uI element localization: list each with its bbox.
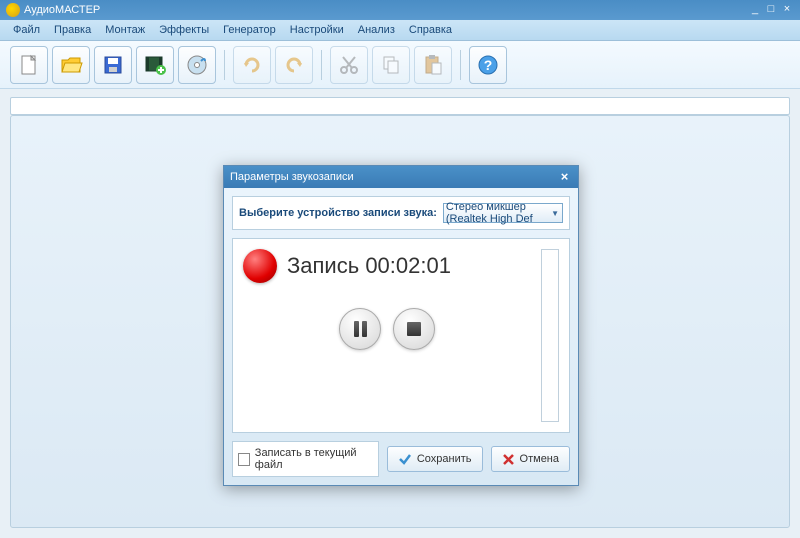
video-add-icon	[143, 53, 167, 77]
cd-icon	[185, 53, 209, 77]
menu-edit[interactable]: Правка	[47, 22, 98, 38]
save-button[interactable]	[94, 46, 132, 84]
folder-open-icon	[59, 53, 83, 77]
help-icon: ?	[476, 53, 500, 77]
recording-panel: Запись 00:02:01	[232, 238, 570, 433]
pause-button[interactable]	[339, 308, 381, 350]
recording-time: 00:02:01	[365, 253, 451, 278]
dialog-footer: Записать в текущий файл Сохранить Отмена	[232, 441, 570, 477]
level-meter	[541, 249, 559, 422]
check-icon	[398, 452, 412, 466]
menu-help[interactable]: Справка	[402, 22, 459, 38]
copy-icon	[379, 53, 403, 77]
menu-file[interactable]: Файл	[6, 22, 47, 38]
record-to-current-row[interactable]: Записать в текущий файл	[232, 441, 379, 477]
track-bar[interactable]	[10, 97, 790, 115]
device-row: Выберите устройство записи звука: Стерео…	[232, 196, 570, 230]
menubar: Файл Правка Монтаж Эффекты Генератор Нас…	[0, 20, 800, 41]
toolbar-separator	[460, 50, 461, 80]
pause-icon	[354, 321, 367, 337]
undo-button[interactable]	[275, 46, 313, 84]
device-value: Стерео микшер (Realtek High Def	[446, 201, 560, 225]
add-video-button[interactable]	[136, 46, 174, 84]
scissors-icon	[337, 53, 361, 77]
window-controls: _ □ ×	[748, 3, 794, 17]
toolbar: ?	[0, 41, 800, 89]
status-prefix: Запись	[287, 253, 359, 278]
open-file-button[interactable]	[52, 46, 90, 84]
recording-header: Запись 00:02:01	[243, 249, 531, 283]
record-to-current-checkbox[interactable]	[238, 453, 250, 466]
cancel-label: Отмена	[520, 453, 559, 465]
paste-icon	[421, 53, 445, 77]
stop-button[interactable]	[393, 308, 435, 350]
x-icon	[502, 453, 515, 466]
close-button[interactable]: ×	[780, 3, 794, 17]
new-file-icon	[17, 53, 41, 77]
device-select[interactable]: Стерео микшер (Realtek High Def	[443, 203, 563, 223]
new-file-button[interactable]	[10, 46, 48, 84]
stop-icon	[407, 322, 421, 336]
app-icon	[6, 3, 20, 17]
help-button[interactable]: ?	[469, 46, 507, 84]
maximize-button[interactable]: □	[764, 3, 778, 17]
copy-button[interactable]	[372, 46, 410, 84]
titlebar: АудиоМАСТЕР _ □ ×	[0, 0, 800, 20]
menu-settings[interactable]: Настройки	[283, 22, 351, 38]
dialog-titlebar: Параметры звукозаписи ×	[224, 166, 578, 188]
toolbar-separator	[321, 50, 322, 80]
minimize-button[interactable]: _	[748, 3, 762, 17]
record-indicator-icon	[243, 249, 277, 283]
burn-cd-button[interactable]	[178, 46, 216, 84]
toolbar-separator	[224, 50, 225, 80]
record-to-current-label: Записать в текущий файл	[255, 447, 373, 471]
menu-analysis[interactable]: Анализ	[351, 22, 402, 38]
undo-icon	[282, 53, 306, 77]
menu-montage[interactable]: Монтаж	[98, 22, 152, 38]
recording-status: Запись 00:02:01	[287, 253, 451, 279]
cut-button[interactable]	[330, 46, 368, 84]
menu-effects[interactable]: Эффекты	[152, 22, 216, 38]
device-label: Выберите устройство записи звука:	[239, 207, 437, 219]
svg-text:?: ?	[484, 57, 493, 73]
menu-generator[interactable]: Генератор	[216, 22, 283, 38]
recording-dialog: Параметры звукозаписи × Выберите устройс…	[223, 165, 579, 486]
recording-main: Запись 00:02:01	[243, 249, 531, 422]
redo-button[interactable]	[233, 46, 271, 84]
save-icon	[101, 53, 125, 77]
redo-icon	[240, 53, 264, 77]
save-recording-button[interactable]: Сохранить	[387, 446, 483, 472]
dialog-title: Параметры звукозаписи	[230, 171, 557, 183]
paste-button[interactable]	[414, 46, 452, 84]
recording-controls	[243, 308, 531, 350]
save-label: Сохранить	[417, 453, 472, 465]
cancel-recording-button[interactable]: Отмена	[491, 446, 570, 472]
app-title: АудиоМАСТЕР	[24, 4, 748, 16]
dialog-body: Выберите устройство записи звука: Стерео…	[224, 188, 578, 485]
dialog-close-button[interactable]: ×	[557, 170, 572, 185]
